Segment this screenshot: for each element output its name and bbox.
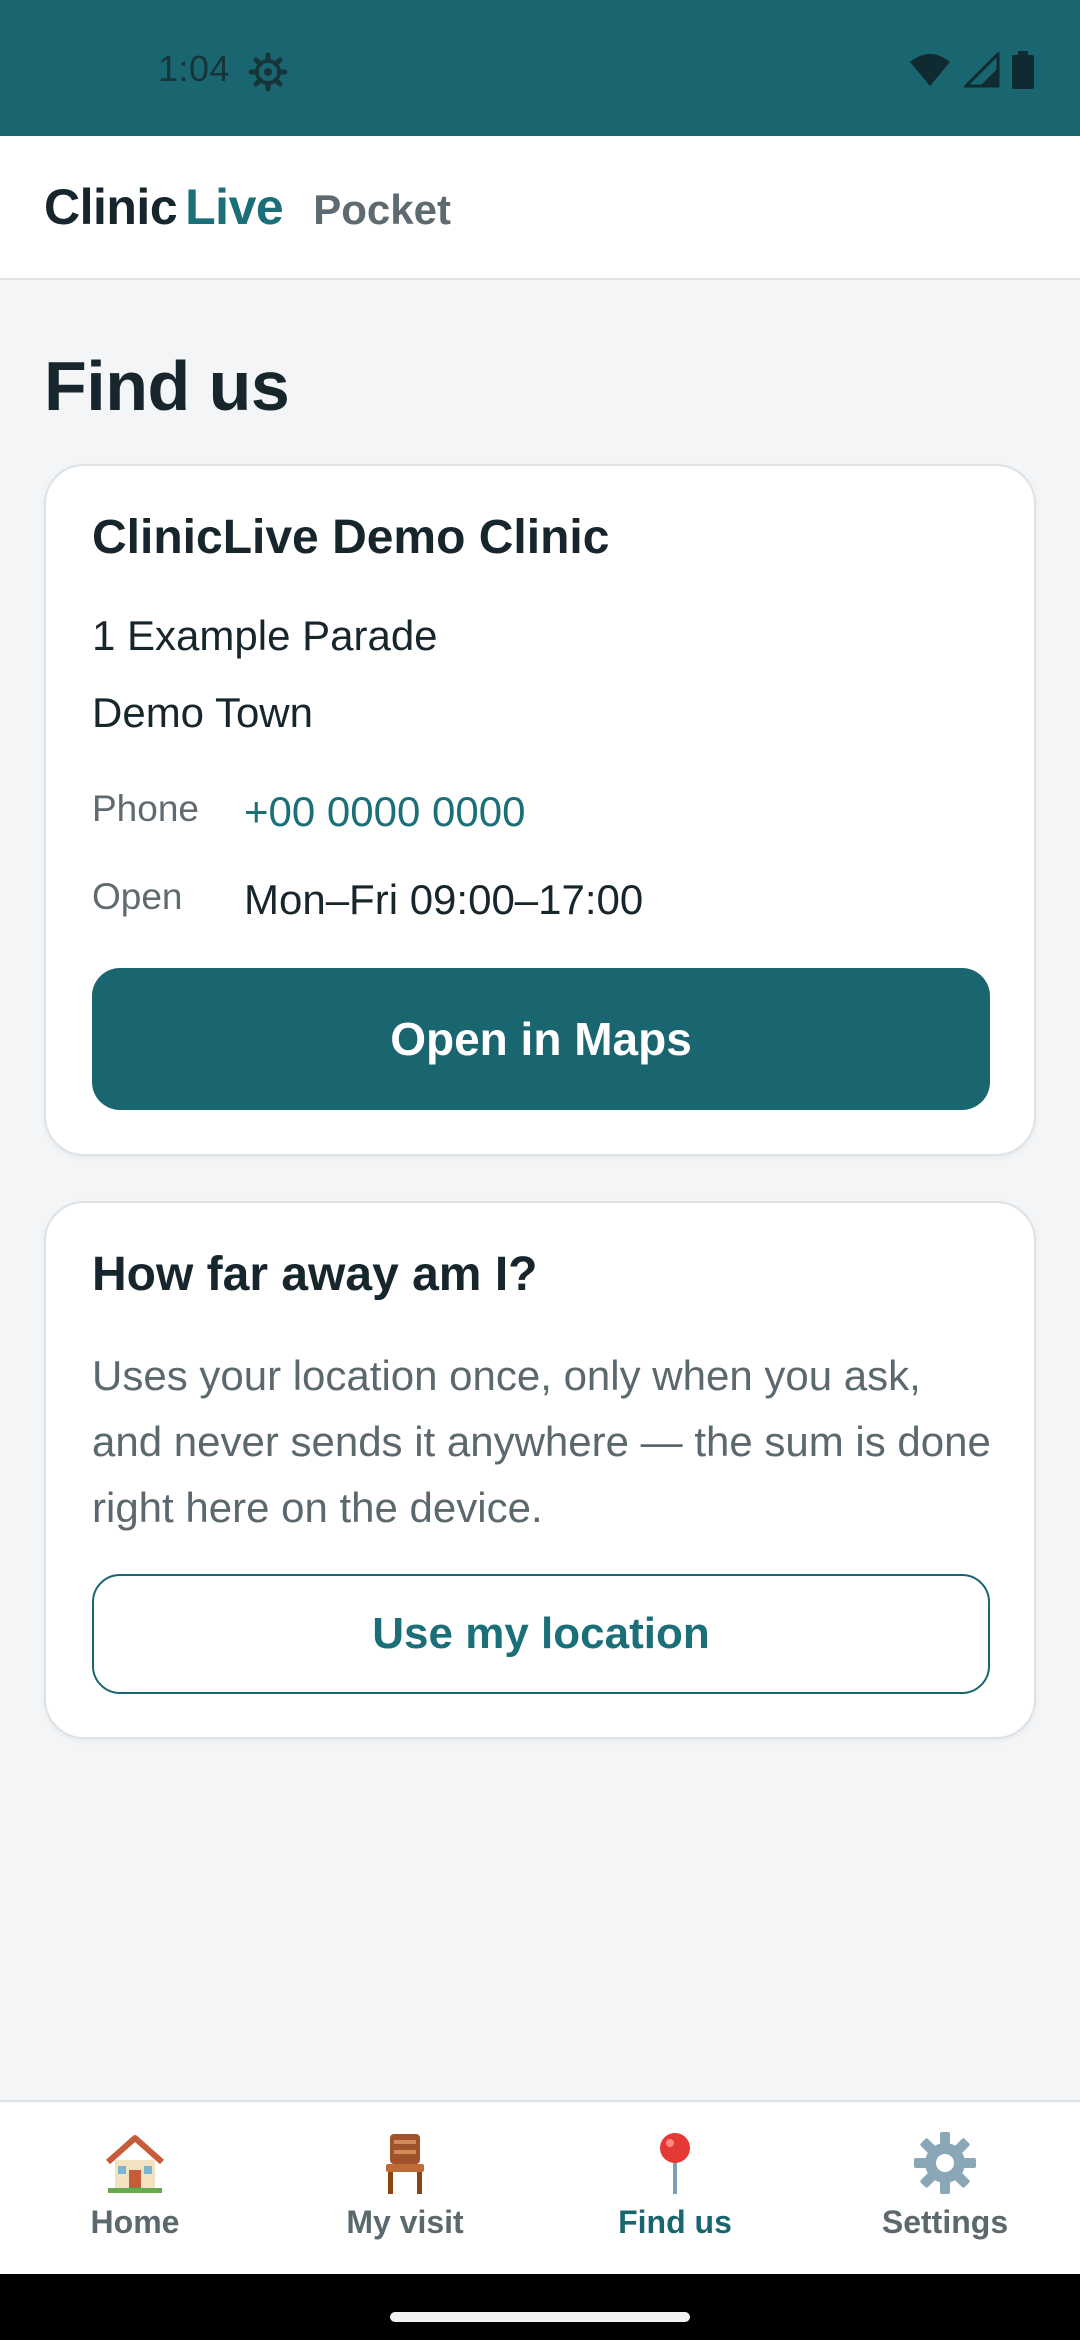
use-my-location-button[interactable]: Use my location bbox=[92, 1574, 990, 1694]
map-pin-icon bbox=[640, 2128, 710, 2198]
nav-item-my-visit[interactable]: My visit bbox=[270, 2102, 540, 2274]
distance-card-title: How far away am I? bbox=[92, 1248, 538, 1301]
brand-part-live: Live bbox=[185, 179, 284, 235]
open-in-maps-button[interactable]: Open in Maps bbox=[92, 968, 990, 1110]
brand-subtitle: Pocket bbox=[313, 186, 451, 233]
address-line-2: Demo Town bbox=[92, 689, 313, 736]
signal-icon bbox=[962, 49, 1000, 93]
address-line-1: 1 Example Parade bbox=[92, 612, 438, 659]
clinic-name: ClinicLive Demo Clinic bbox=[92, 511, 610, 564]
bottom-navigation: Home My visit Find us Settings bbox=[0, 2100, 1080, 2274]
status-time: 1:04 bbox=[158, 48, 231, 89]
system-navigation-bar bbox=[0, 2274, 1080, 2340]
page-title: Find us bbox=[44, 347, 290, 425]
nav-label-settings: Settings bbox=[881, 2204, 1009, 2240]
open-hours-value: Mon–Fri 09:00–17:00 bbox=[244, 876, 644, 923]
brand-logo: Clinic Live bbox=[44, 178, 284, 236]
nav-label-home: Home bbox=[90, 2204, 180, 2240]
status-bar: 1:04 bbox=[0, 0, 1080, 136]
nav-label-find-us: Find us bbox=[618, 2204, 732, 2240]
open-hours-label: Open bbox=[92, 876, 183, 917]
nav-item-home[interactable]: Home bbox=[0, 2102, 270, 2274]
nav-item-settings[interactable]: Settings bbox=[810, 2102, 1080, 2274]
wifi-icon bbox=[908, 52, 952, 93]
chair-icon bbox=[370, 2128, 440, 2198]
brand-part-clinic: Clinic bbox=[44, 179, 178, 235]
home-gesture-handle[interactable] bbox=[390, 2312, 690, 2322]
system-icons bbox=[908, 49, 1034, 94]
app-header: Clinic Live Pocket bbox=[0, 136, 1080, 280]
phone-label: Phone bbox=[92, 788, 199, 829]
clinic-info-card: ClinicLive Demo Clinic 1 Example Parade … bbox=[44, 464, 1036, 1156]
phone-link[interactable]: +00 0000 0000 bbox=[244, 788, 525, 836]
house-icon bbox=[100, 2128, 170, 2198]
nav-item-find-us[interactable]: Find us bbox=[540, 2102, 810, 2274]
distance-card: How far away am I? Uses your location on… bbox=[44, 1201, 1036, 1739]
battery-icon bbox=[1012, 50, 1034, 94]
nav-label-my-visit: My visit bbox=[346, 2204, 464, 2240]
gear-icon bbox=[910, 2128, 980, 2198]
settings-gear-icon bbox=[248, 52, 288, 92]
distance-description: Uses your location once, only when you a… bbox=[92, 1352, 991, 1531]
